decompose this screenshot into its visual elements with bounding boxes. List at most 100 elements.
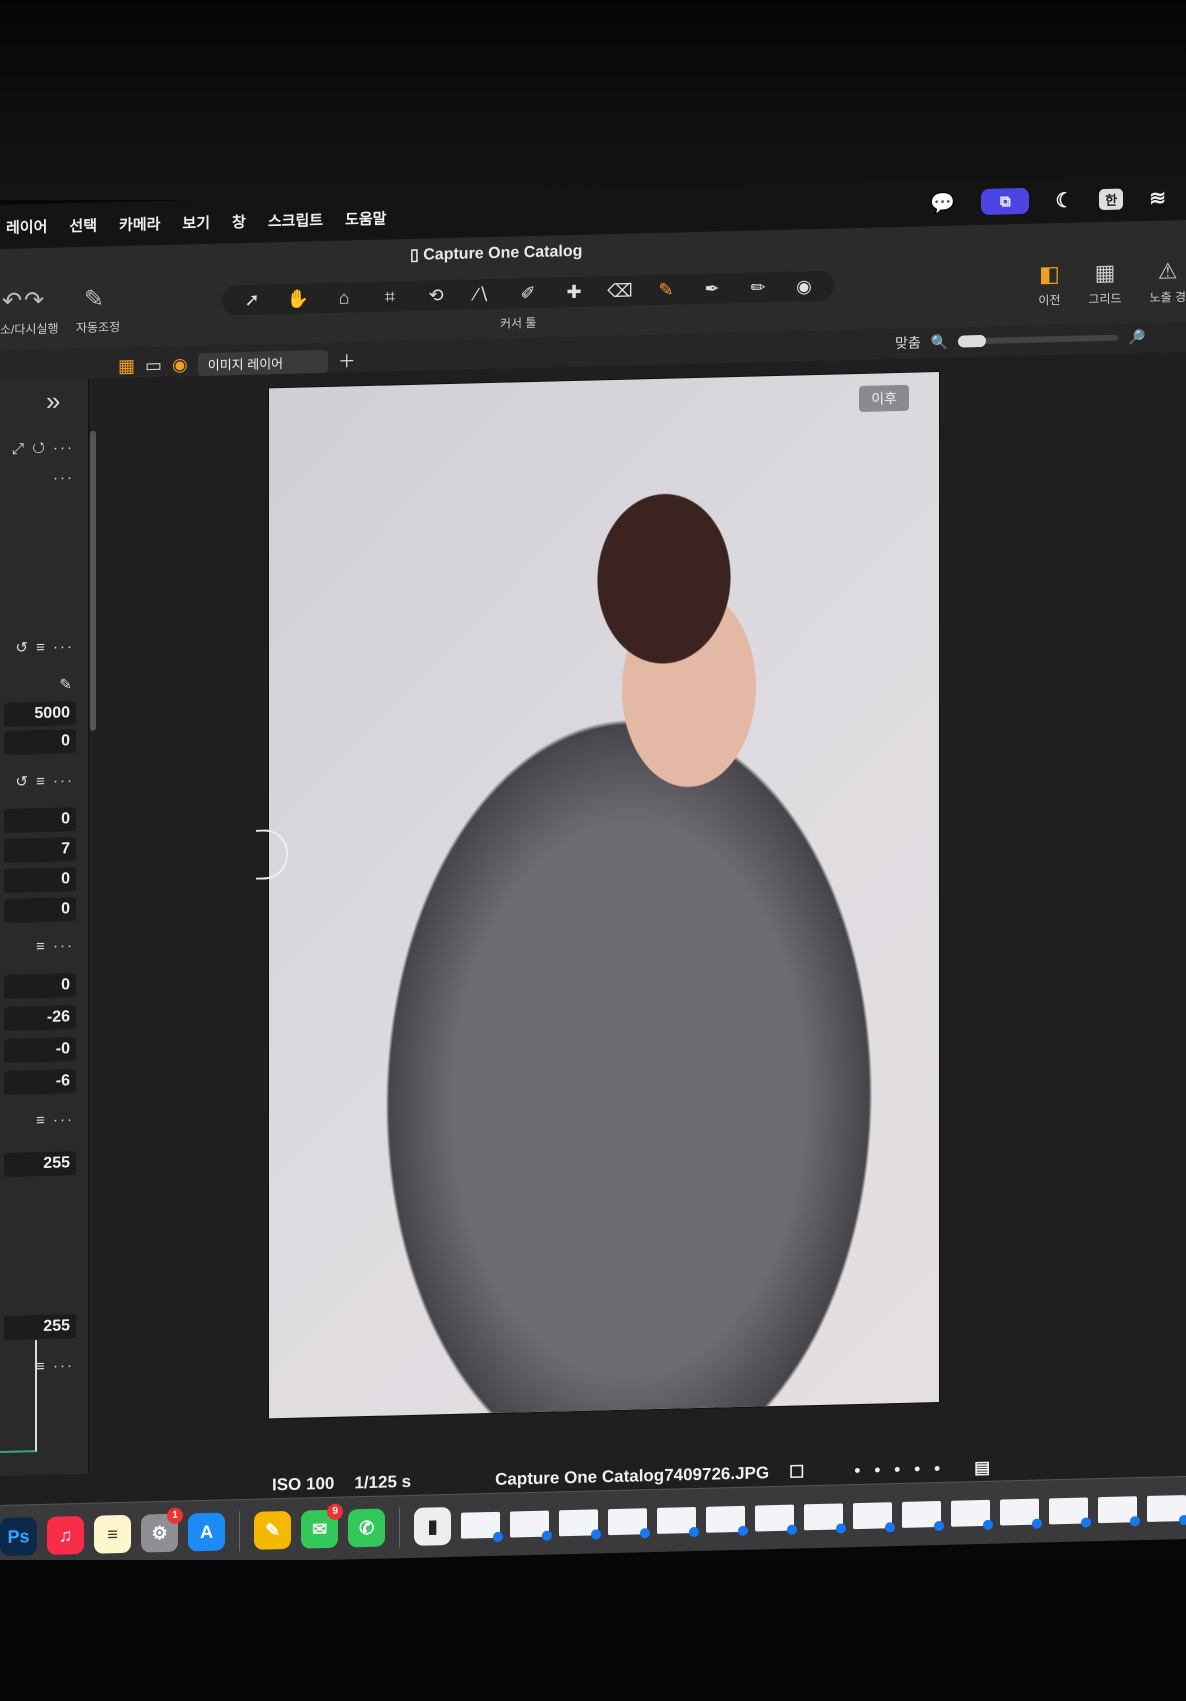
minimized-window[interactable] xyxy=(559,1509,599,1537)
minimized-window[interactable] xyxy=(853,1502,893,1530)
zoom-in-icon[interactable]: 🔎 xyxy=(1128,329,1145,346)
minimized-window[interactable] xyxy=(902,1501,942,1528)
undo-icon[interactable]: ↶ xyxy=(2,286,22,315)
messages-icon[interactable]: ✉ 9 xyxy=(301,1503,344,1549)
minimized-window[interactable] xyxy=(510,1510,550,1538)
left-tool-panel: » ⤢ ↺ ··· ··· ↺ ≡ ··· ✎ 5000 0 ↺ ≡ ··· 0… xyxy=(0,378,89,1476)
chat-bubble-icon[interactable]: 💬 xyxy=(930,190,955,216)
minimized-window[interactable] xyxy=(706,1505,746,1533)
pages-icon[interactable]: ✎ xyxy=(254,1510,292,1550)
notes-icon[interactable]: ≡ xyxy=(94,1514,132,1554)
minimized-window[interactable] xyxy=(804,1503,844,1531)
grid-icon: ▦ xyxy=(1094,259,1116,286)
window-title: ▯ Capture One Catalog xyxy=(410,242,583,264)
minimized-window[interactable] xyxy=(608,1508,648,1536)
menu-camera[interactable]: 카메라 xyxy=(119,213,160,235)
brush-icon[interactable]: ✐ xyxy=(508,282,548,304)
shutter-value: 1/125 s xyxy=(354,1471,412,1493)
minimized-window[interactable] xyxy=(1049,1497,1089,1525)
wb-header-actions[interactable]: ↺ ≡ ··· xyxy=(15,637,74,656)
annotate-icon[interactable]: ✏ xyxy=(738,276,778,298)
bottom-panel-actions[interactable]: ≡ ··· xyxy=(36,1357,74,1375)
before-button[interactable]: ◧ 이전 xyxy=(1038,261,1060,309)
info-icon[interactable]: ▤ xyxy=(974,1458,990,1478)
levels-curve[interactable] xyxy=(0,1340,37,1453)
eraser-icon[interactable]: ⌫ xyxy=(600,280,640,302)
hdr-value-1[interactable]: 0 xyxy=(4,973,76,999)
screen-mirror-icon[interactable]: ⧉ xyxy=(981,187,1030,216)
pen-icon[interactable]: ✒ xyxy=(692,278,732,300)
minimized-window[interactable] xyxy=(951,1499,991,1527)
wb-tint-value[interactable]: 0 xyxy=(4,729,76,755)
rotate-icon[interactable]: ⟲ xyxy=(416,284,456,306)
frame-icon[interactable]: ☐ xyxy=(789,1462,804,1482)
zoom-fit-label[interactable]: 맞춤 xyxy=(895,332,921,353)
loupe-icon[interactable]: ⌂ xyxy=(324,287,364,309)
crop-icon[interactable]: ⌗ xyxy=(370,285,410,307)
hdr-header-actions[interactable]: ≡ ··· xyxy=(36,937,74,955)
minimized-window[interactable] xyxy=(461,1511,501,1539)
settings-icon[interactable]: ⚙ 1 xyxy=(141,1507,184,1553)
pan-hand-icon[interactable]: ✋ xyxy=(278,288,318,310)
app-store-icon[interactable]: A xyxy=(188,1512,226,1552)
exposure-value-1[interactable]: 0 xyxy=(4,807,76,833)
layer-select[interactable]: 이미지 레이어 xyxy=(197,349,328,376)
menu-help[interactable]: 도움말 xyxy=(345,207,386,229)
levels-top-value[interactable]: 255 xyxy=(4,1151,76,1177)
exposure-value-2[interactable]: 7 xyxy=(4,837,76,863)
menu-view[interactable]: 보기 xyxy=(182,211,210,233)
more-options-icon[interactable]: ··· xyxy=(53,469,74,487)
minimized-window[interactable] xyxy=(755,1504,795,1532)
phone-icon[interactable]: ✆ xyxy=(348,1508,386,1548)
photo-preview: 이후 xyxy=(269,372,939,1419)
rating-dots[interactable]: ••••• xyxy=(854,1459,954,1481)
magic-wand-icon[interactable]: ✎ xyxy=(84,284,104,313)
iso-value: ISO 100 xyxy=(272,1473,335,1495)
hdr-value-4[interactable]: -6 xyxy=(4,1069,76,1095)
levels-header-actions[interactable]: ≡ ··· xyxy=(36,1111,74,1129)
menu-select[interactable]: 선택 xyxy=(69,214,97,236)
menu-layer[interactable]: 레이어 xyxy=(6,215,47,237)
hdr-value-3[interactable]: -0 xyxy=(4,1037,76,1063)
add-layer-icon[interactable]: ＋ xyxy=(338,347,356,373)
heal-icon[interactable]: ✚ xyxy=(554,281,594,303)
minimized-window[interactable] xyxy=(1098,1496,1137,1524)
eyedropper-icon[interactable]: ✎ xyxy=(59,675,74,693)
minimized-window[interactable] xyxy=(1147,1495,1186,1522)
eye-icon[interactable]: ◉ xyxy=(172,354,188,375)
grid-view-icon[interactable]: ▦ xyxy=(118,355,135,376)
levels-bottom-value[interactable]: 255 xyxy=(4,1314,76,1340)
panel-header-actions[interactable]: ⤢ ↺ ··· xyxy=(12,439,74,458)
hdr-value-2[interactable]: -26 xyxy=(4,1005,76,1031)
collapse-panel-icon[interactable]: » xyxy=(46,386,60,417)
music-icon[interactable]: ♫ xyxy=(47,1515,85,1555)
zoom-out-icon[interactable]: 🔍 xyxy=(931,333,948,350)
exposure-header-actions[interactable]: ↺ ≡ ··· xyxy=(15,771,74,790)
document-icon: ▯ xyxy=(410,246,424,264)
dock-separator-2 xyxy=(399,1507,401,1548)
dock-separator xyxy=(239,1511,241,1552)
picker-icon[interactable]: ✎ xyxy=(646,279,686,301)
preview-icon[interactable]: ▮ xyxy=(414,1506,452,1546)
minimized-window[interactable] xyxy=(657,1506,697,1534)
minimized-window[interactable] xyxy=(1000,1498,1040,1526)
color-picker-icon[interactable]: ◉ xyxy=(784,275,824,297)
menu-window[interactable]: 창 xyxy=(232,210,246,231)
photoshop-icon[interactable]: Ps xyxy=(0,1517,38,1556)
exposure-warning-button[interactable]: ⚠ 노출 경 xyxy=(1150,258,1186,306)
wb-kelvin-value[interactable]: 5000 xyxy=(4,701,76,727)
moon-icon[interactable]: ☾ xyxy=(1055,187,1073,212)
zoom-slider[interactable] xyxy=(958,334,1119,345)
single-view-icon[interactable]: ▭ xyxy=(145,355,162,376)
select-cursor-icon[interactable]: ➚ xyxy=(232,289,272,311)
after-badge: 이후 xyxy=(859,384,909,413)
redo-icon[interactable]: ↷ xyxy=(24,286,44,315)
exposure-value-4[interactable]: 0 xyxy=(4,897,76,923)
grid-button[interactable]: ▦ 그리드 xyxy=(1088,260,1121,308)
wifi-icon[interactable]: ≋ xyxy=(1149,185,1166,210)
keystone-icon[interactable]: ∕∖ xyxy=(462,283,502,305)
exposure-value-3[interactable]: 0 xyxy=(4,867,76,893)
cursor-tools-group: ➚ ✋ ⌂ ⌗ ⟲ ∕∖ ✐ ✚ ⌫ ✎ ✒ ✏ ◉ xyxy=(222,270,834,316)
menu-script[interactable]: 스크립트 xyxy=(268,209,323,231)
input-language-indicator[interactable]: 한 xyxy=(1099,188,1124,210)
